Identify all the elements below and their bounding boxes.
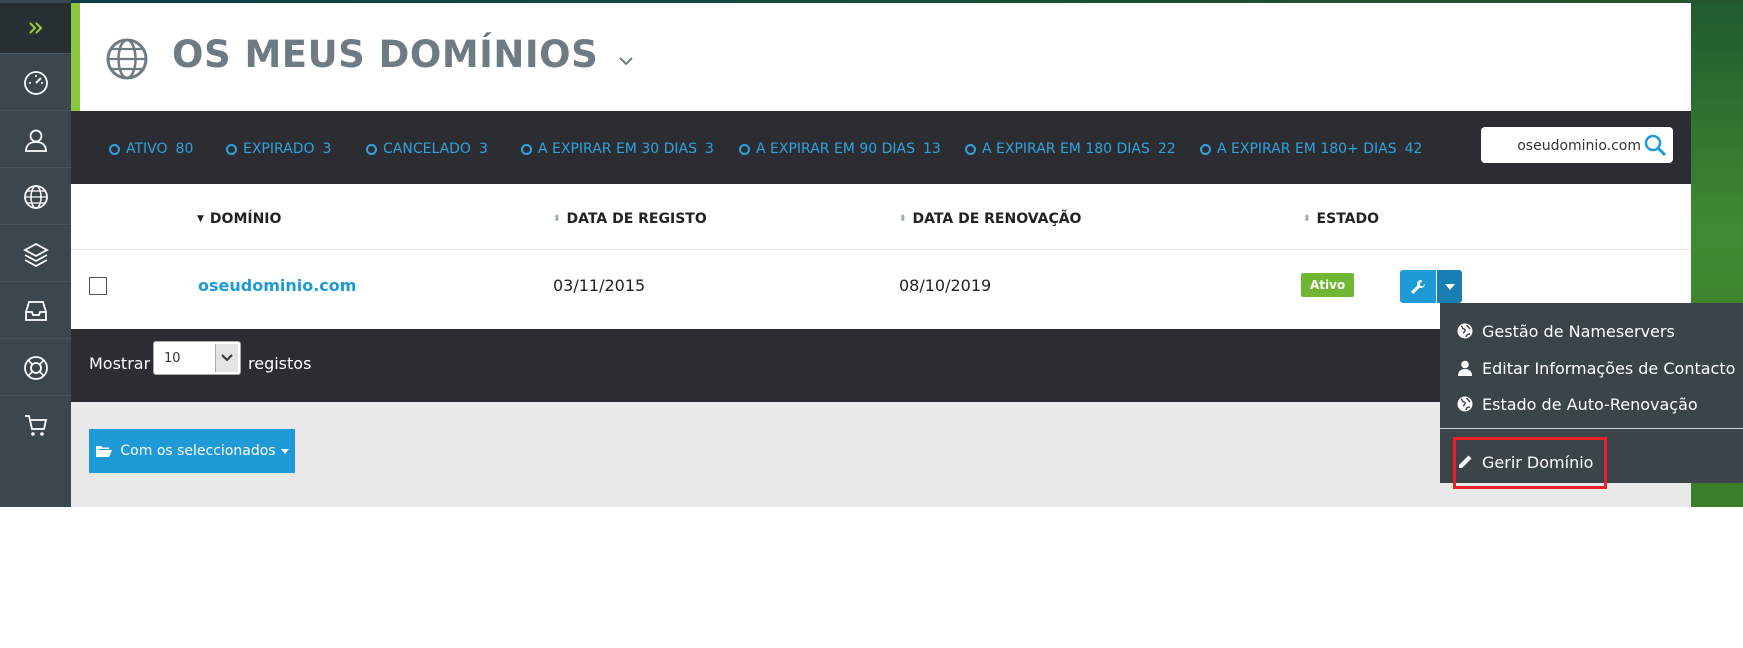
search-button[interactable] — [1643, 133, 1667, 157]
status-badge: Ativo — [1301, 273, 1355, 297]
filter-expiring-180-plus[interactable]: A EXPIRAR EM 180+ DIAS 42 — [1200, 141, 1422, 157]
menu-divider — [1440, 428, 1743, 429]
sidebar-item-support[interactable] — [0, 338, 71, 396]
status-filter-bar: ATIVO 80 EXPIRADO 3 CANCELADO 3 A EXPIRAR E… — [71, 111, 1691, 184]
radio-ring-icon — [366, 143, 377, 155]
menu-item-edit-contact[interactable]: Editar Informações de Contacto — [1457, 353, 1735, 383]
radio-ring-icon — [109, 143, 120, 155]
sort-icon: ⬍ — [553, 214, 561, 224]
filter-expired[interactable]: EXPIRADO 3 — [226, 141, 331, 157]
globe-icon — [106, 38, 148, 80]
search-input[interactable] — [1489, 133, 1643, 159]
globe-icon — [1457, 323, 1473, 339]
cart-icon — [24, 414, 47, 436]
sidebar-item-inbox[interactable] — [0, 281, 71, 339]
speedometer-icon — [23, 70, 48, 95]
user-icon — [24, 129, 47, 152]
menu-item-auto-renew[interactable]: Estado de Auto-Renovação — [1457, 389, 1698, 419]
wrench-icon — [1411, 279, 1425, 294]
show-label: Mostrar — [89, 354, 151, 373]
user-icon — [1458, 360, 1472, 376]
radio-ring-icon — [226, 143, 237, 155]
sort-icon: ⬍ — [1303, 214, 1311, 224]
registered-date: 03/11/2015 — [553, 276, 646, 295]
records-label: registos — [248, 354, 312, 373]
radio-ring-icon — [1200, 143, 1211, 155]
actions-dropdown-toggle[interactable] — [1437, 270, 1462, 303]
search-icon — [1644, 134, 1667, 157]
page-title[interactable]: OS MEUS DOMÍNIOS — [172, 33, 634, 76]
renewal-date: 08/10/2019 — [899, 276, 992, 295]
pencil-icon — [1459, 455, 1472, 468]
row-checkbox[interactable] — [89, 277, 107, 295]
radio-ring-icon — [965, 143, 976, 155]
radio-ring-icon — [739, 143, 750, 155]
domain-link[interactable]: oseudominio.com — [198, 276, 356, 295]
page-size-select[interactable]: 10 — [153, 341, 241, 375]
filter-active[interactable]: ATIVO 80 — [109, 141, 193, 157]
chevron-down-icon — [215, 344, 238, 372]
sidebar-item-cart[interactable] — [0, 395, 71, 453]
divider — [71, 249, 1691, 250]
bulk-actions-button[interactable]: Com os seleccionados — [89, 429, 295, 473]
menu-item-manage-domain[interactable]: Gerir Domínio — [1457, 447, 1593, 477]
domain-actions-menu: Gestão de Nameservers Editar Informações… — [1440, 303, 1743, 483]
column-header-renewal[interactable]: ⬍ DATA DE RENOVAÇÃO — [899, 211, 1081, 227]
sort-icon: ⬍ — [899, 214, 907, 224]
globe-icon — [23, 184, 48, 209]
sidebar-item-dashboard[interactable] — [0, 53, 71, 111]
filter-expiring-180[interactable]: A EXPIRAR EM 180 DIAS 22 — [965, 141, 1176, 157]
page-header: OS MEUS DOMÍNIOS — [71, 3, 1691, 111]
caret-down-icon — [1444, 283, 1455, 290]
sidebar-item-services[interactable] — [0, 224, 71, 282]
column-header-registered[interactable]: ⬍ DATA DE REGISTO — [553, 211, 707, 227]
sidebar-item-account[interactable] — [0, 110, 71, 168]
filter-expiring-90[interactable]: A EXPIRAR EM 90 DIAS 13 — [739, 141, 941, 157]
column-header-domain[interactable]: ▼ DOMÍNIO — [197, 211, 281, 227]
sort-desc-icon: ▼ — [197, 214, 204, 224]
filter-cancelled[interactable]: CANCELADO 3 — [366, 141, 488, 157]
search-box — [1481, 127, 1673, 163]
lifebuoy-icon — [23, 355, 48, 380]
column-header-status[interactable]: ⬍ ESTADO — [1303, 211, 1379, 227]
layers-icon — [22, 242, 49, 267]
sidebar — [0, 0, 71, 507]
sidebar-toggle[interactable] — [0, 3, 71, 53]
manage-domain-button[interactable] — [1400, 270, 1436, 303]
radio-ring-icon — [521, 143, 532, 155]
filter-expiring-30[interactable]: A EXPIRAR EM 30 DIAS 3 — [521, 141, 714, 157]
double-chevron-right-icon — [28, 22, 42, 34]
globe-icon — [1457, 396, 1473, 412]
folder-open-icon — [96, 446, 113, 457]
inbox-icon — [24, 300, 47, 321]
chevron-down-icon — [618, 57, 633, 66]
caret-down-icon — [280, 448, 289, 454]
sidebar-item-domains[interactable] — [0, 167, 71, 225]
menu-item-nameservers[interactable]: Gestão de Nameservers — [1457, 316, 1675, 346]
